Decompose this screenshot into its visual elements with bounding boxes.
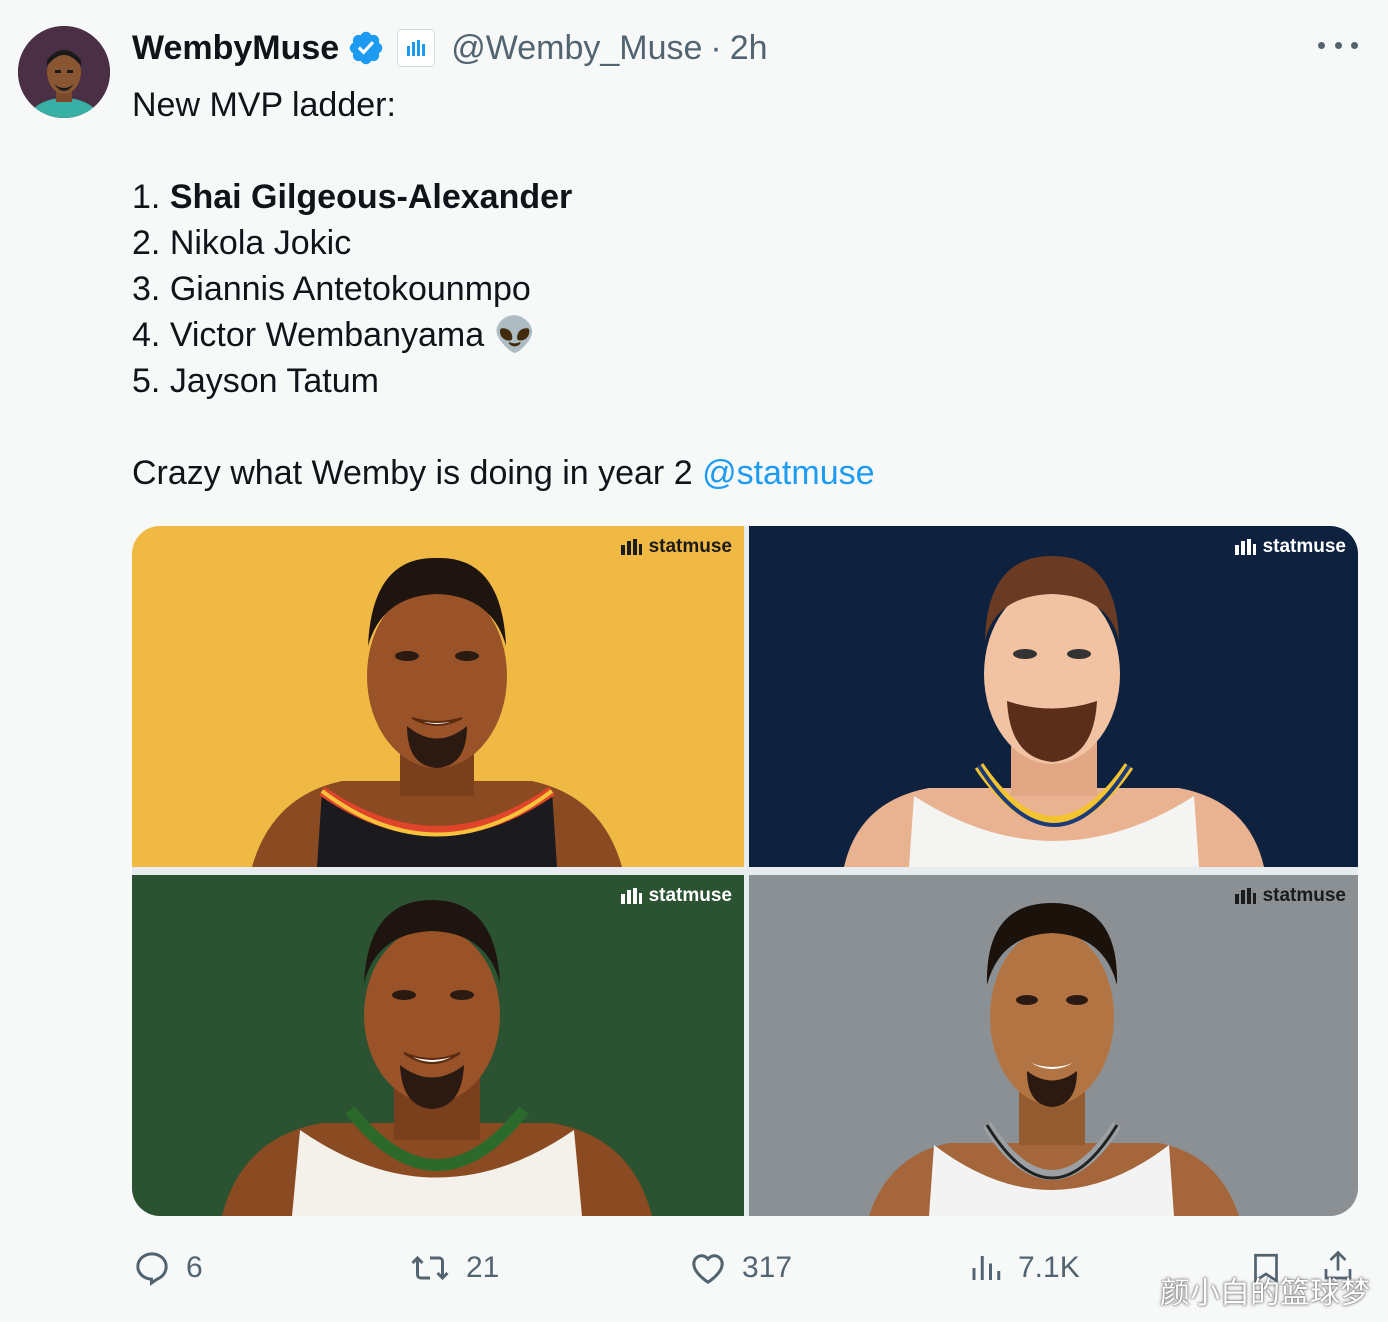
media-grid: statmuse statmuse statmuse statmuse bbox=[132, 526, 1358, 1216]
closing-text: Crazy what Wemby is doing in year 2 bbox=[132, 454, 703, 492]
statmuse-logo: statmuse bbox=[620, 885, 732, 907]
reply-icon bbox=[136, 1252, 168, 1286]
ladder-item-2: 2. Nikola Jokic bbox=[132, 220, 351, 266]
reply-count: 6 bbox=[186, 1251, 203, 1284]
media-image-3[interactable]: statmuse bbox=[132, 875, 744, 1216]
ladder-rank: 5. bbox=[132, 362, 161, 400]
statmuse-logo: statmuse bbox=[620, 536, 732, 558]
ladder-name: Shai Gilgeous-Alexander bbox=[169, 178, 573, 216]
statmuse-logo: statmuse bbox=[1234, 885, 1346, 907]
ladder-rank: 3. bbox=[132, 270, 161, 308]
verified-badge-icon[interactable] bbox=[347, 29, 385, 67]
ladder-name: Nikola Jokic bbox=[169, 224, 352, 262]
alien-emoji-icon: 👽 bbox=[493, 316, 536, 354]
author-name[interactable]: WembyMuse bbox=[132, 29, 339, 68]
repost-count: 21 bbox=[466, 1251, 500, 1284]
ladder-rank: 2. bbox=[132, 224, 161, 262]
ladder-name: Victor Wembanyama bbox=[169, 316, 485, 354]
post-time[interactable]: 2h bbox=[730, 29, 768, 68]
ladder-rank: 4. bbox=[132, 316, 161, 354]
tweet-header: WembyMuse @Wemby_Muse · 2h bbox=[132, 24, 768, 72]
author-handle[interactable]: @Wemby_Muse bbox=[451, 29, 702, 68]
ladder-rank: 1. bbox=[132, 178, 161, 216]
ladder-item-4: 4. Victor Wembanyama 👽 bbox=[132, 312, 536, 358]
ladder-name: Jayson Tatum bbox=[169, 362, 379, 400]
like-button[interactable]: 317 bbox=[688, 1248, 792, 1288]
ladder-item-1: 1. Shai Gilgeous-Alexander bbox=[132, 174, 572, 220]
views-count: 7.1K bbox=[1018, 1251, 1080, 1284]
repost-icon bbox=[411, 1255, 449, 1281]
repost-button[interactable]: 21 bbox=[408, 1248, 499, 1288]
author-avatar[interactable] bbox=[18, 26, 110, 118]
affiliate-badge-icon[interactable] bbox=[397, 29, 436, 67]
ladder-item-5: 5. Jayson Tatum bbox=[132, 358, 379, 404]
media-image-2[interactable]: statmuse bbox=[749, 526, 1358, 867]
like-count: 317 bbox=[742, 1251, 793, 1284]
reply-button[interactable]: 6 bbox=[132, 1248, 203, 1288]
views-icon bbox=[972, 1256, 1001, 1280]
statmuse-mention-link[interactable]: @statmuse bbox=[702, 454, 874, 492]
separator: · bbox=[710, 28, 722, 67]
media-image-1[interactable]: statmuse bbox=[132, 526, 744, 867]
views-button[interactable]: 7.1K bbox=[968, 1248, 1080, 1288]
tweet-intro: New MVP ladder: bbox=[132, 86, 396, 124]
statmuse-logo: statmuse bbox=[1234, 536, 1346, 558]
ladder-item-3: 3. Giannis Antetokounmpo bbox=[132, 266, 531, 312]
heart-icon bbox=[692, 1254, 724, 1284]
tweet-closing: Crazy what Wemby is doing in year 2 @sta… bbox=[132, 450, 875, 496]
more-options-icon[interactable] bbox=[1318, 30, 1358, 60]
watermark: 颜小白的篮球梦 bbox=[1160, 1276, 1370, 1311]
media-image-4[interactable]: statmuse bbox=[749, 875, 1358, 1216]
ladder-name: Giannis Antetokounmpo bbox=[169, 270, 531, 308]
